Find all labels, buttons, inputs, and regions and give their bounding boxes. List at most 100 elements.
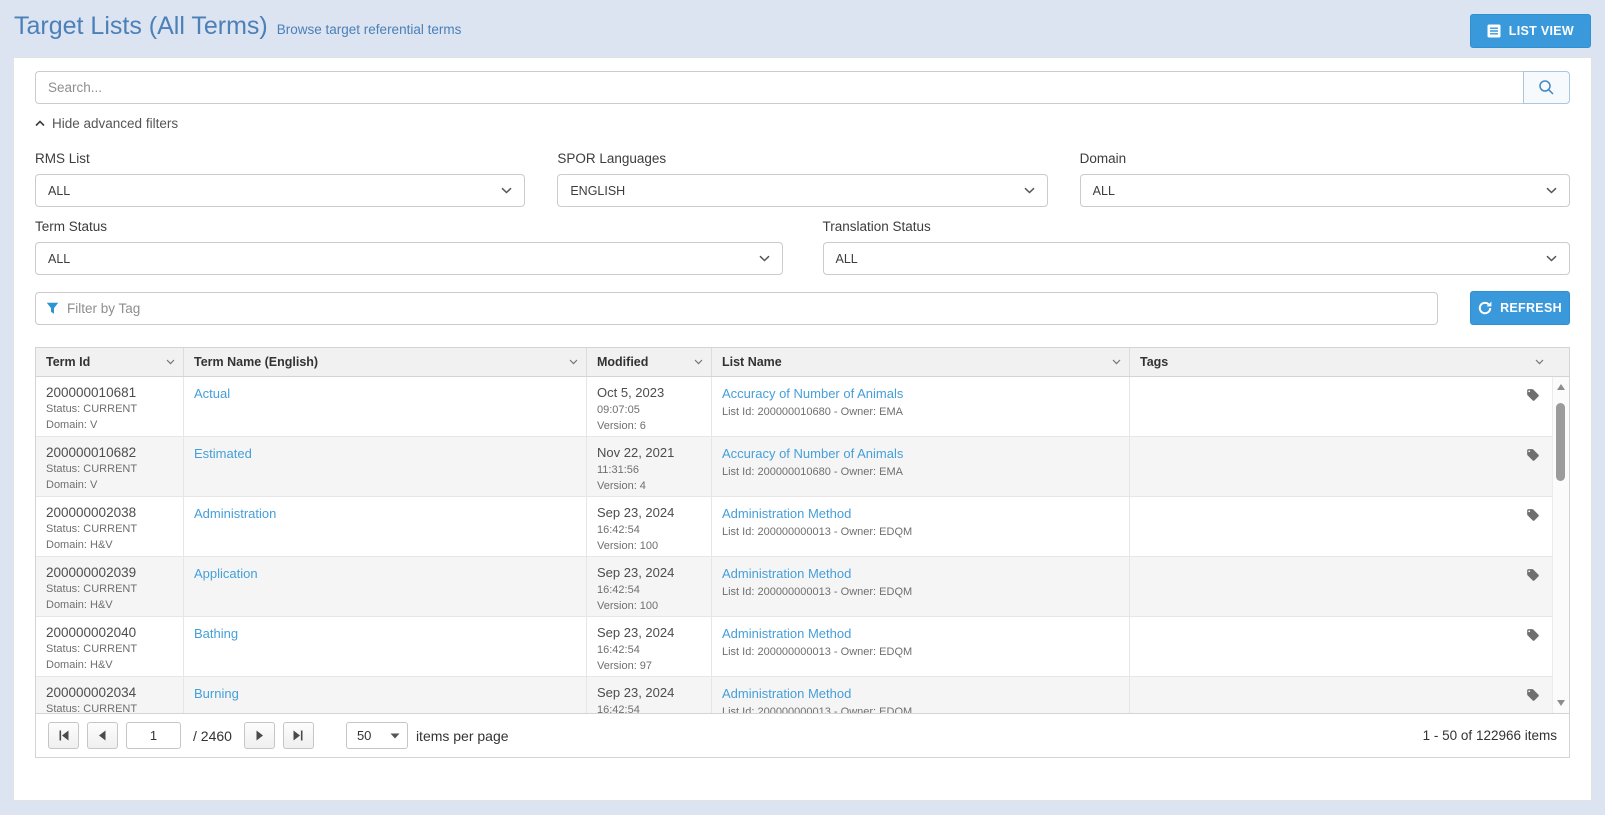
list-name-link[interactable]: Administration Method (722, 506, 851, 521)
term-status: Status: CURRENT (46, 703, 173, 713)
term-version: Version: 6 (597, 420, 701, 432)
list-view-label: LIST VIEW (1509, 24, 1574, 38)
tag-filter-input[interactable] (67, 301, 1427, 316)
last-page-button[interactable] (283, 722, 314, 749)
list-name-link[interactable]: Administration Method (722, 566, 851, 581)
refresh-button[interactable]: REFRESH (1470, 291, 1570, 325)
modified-date: Sep 23, 2024 (597, 565, 701, 580)
term-id-cell: 200000010681 Status: CURRENT Domain: V (36, 377, 184, 436)
filters-row-2: Term Status ALL Translation Status ALL (35, 219, 1570, 275)
spor-languages-dropdown[interactable]: ENGLISH (557, 174, 1047, 207)
tag-icon[interactable] (1526, 568, 1540, 582)
first-page-button[interactable] (48, 722, 79, 749)
filters-row-1: RMS List ALL SPOR Languages ENGLISH Doma… (35, 151, 1570, 207)
term-id: 200000010682 (46, 445, 173, 460)
term-id: 200000002040 (46, 625, 173, 640)
next-page-button[interactable] (244, 722, 275, 749)
term-domain: Domain: H&V (46, 539, 173, 551)
list-name-cell: Administration Method List Id: 200000000… (712, 677, 1130, 713)
hide-advanced-filters-toggle[interactable]: Hide advanced filters (35, 116, 178, 131)
tag-icon[interactable] (1526, 448, 1540, 462)
column-header-tags[interactable]: Tags (1130, 348, 1552, 376)
column-menu-chevron-icon[interactable] (694, 359, 703, 365)
total-pages-label: / 2460 (193, 728, 232, 744)
chevron-down-icon (759, 255, 770, 262)
term-status: Status: CURRENT (46, 523, 173, 535)
term-name-cell: Application (184, 557, 587, 616)
modified-cell: Sep 23, 2024 16:42:54 (587, 677, 712, 713)
column-menu-chevron-icon[interactable] (1535, 359, 1544, 365)
modified-cell: Nov 22, 2021 11:31:56 Version: 4 (587, 437, 712, 496)
filter-domain: Domain ALL (1080, 151, 1570, 207)
term-version: Version: 100 (597, 600, 701, 612)
search-button[interactable] (1523, 71, 1570, 104)
modified-date: Nov 22, 2021 (597, 445, 701, 460)
column-menu-chevron-icon[interactable] (569, 359, 578, 365)
refresh-label: REFRESH (1500, 301, 1562, 315)
previous-page-button[interactable] (87, 722, 118, 749)
term-name-cell: Burning (184, 677, 587, 713)
term-name-link[interactable]: Burning (194, 686, 239, 701)
term-name-link[interactable]: Estimated (194, 446, 252, 461)
select-caret-icon (390, 733, 400, 739)
list-info: List Id: 200000000013 - Owner: EDQM (722, 706, 1119, 713)
term-name-cell: Estimated (184, 437, 587, 496)
dropdown-value: ENGLISH (570, 184, 625, 198)
table-row: 200000002038 Status: CURRENT Domain: H&V… (36, 497, 1552, 557)
term-status-dropdown[interactable]: ALL (35, 242, 783, 275)
search-input[interactable] (35, 71, 1523, 104)
chevron-down-icon (1546, 187, 1557, 194)
scrollbar-thumb[interactable] (1556, 403, 1565, 481)
term-name-link[interactable]: Administration (194, 506, 276, 521)
page-size-select[interactable]: 50 (346, 722, 408, 749)
term-version: Version: 97 (597, 660, 701, 672)
tags-cell (1130, 377, 1552, 436)
filter-funnel-icon (46, 302, 59, 315)
term-name-link[interactable]: Actual (194, 386, 230, 401)
list-name-link[interactable]: Administration Method (722, 626, 851, 641)
tag-icon[interactable] (1526, 688, 1540, 702)
term-id-cell: 200000002039 Status: CURRENT Domain: H&V (36, 557, 184, 616)
tag-icon[interactable] (1526, 388, 1540, 402)
list-info: List Id: 200000000013 - Owner: EDQM (722, 646, 1119, 658)
modified-cell: Sep 23, 2024 16:42:54 Version: 100 (587, 557, 712, 616)
term-status: Status: CURRENT (46, 463, 173, 475)
tag-icon[interactable] (1526, 628, 1540, 642)
domain-dropdown[interactable]: ALL (1080, 174, 1570, 207)
modified-time: 16:42:54 (597, 704, 701, 713)
column-header-term-name[interactable]: Term Name (English) (184, 348, 587, 376)
list-name-link[interactable]: Accuracy of Number of Animals (722, 446, 903, 461)
tags-cell (1130, 617, 1552, 676)
chevron-down-icon (1546, 255, 1557, 262)
list-icon (1487, 24, 1501, 38)
modified-cell: Sep 23, 2024 16:42:54 Version: 100 (587, 497, 712, 556)
list-name-link[interactable]: Administration Method (722, 686, 851, 701)
column-header-modified[interactable]: Modified (587, 348, 712, 376)
items-per-page-label: items per page (416, 728, 509, 744)
list-view-button[interactable]: LIST VIEW (1470, 14, 1591, 48)
term-name-link[interactable]: Application (194, 566, 258, 581)
list-info: List Id: 200000000013 - Owner: EDQM (722, 586, 1119, 598)
column-header-term-id[interactable]: Term Id (36, 348, 184, 376)
column-header-list-name[interactable]: List Name (712, 348, 1130, 376)
list-name-cell: Accuracy of Number of Animals List Id: 2… (712, 437, 1130, 496)
page-title: Target Lists (All Terms) (14, 12, 268, 41)
column-title: Term Id (46, 355, 90, 369)
vertical-scrollbar[interactable] (1552, 377, 1569, 713)
term-name-link[interactable]: Bathing (194, 626, 238, 641)
scroll-up-arrow-icon[interactable] (1553, 379, 1569, 395)
tag-icon[interactable] (1526, 508, 1540, 522)
tag-filter-row: REFRESH (35, 291, 1570, 325)
term-status: Status: CURRENT (46, 643, 173, 655)
list-name-link[interactable]: Accuracy of Number of Animals (722, 386, 903, 401)
column-menu-chevron-icon[interactable] (1112, 359, 1121, 365)
scroll-down-arrow-icon[interactable] (1553, 695, 1569, 711)
list-info: List Id: 200000010680 - Owner: EMA (722, 406, 1119, 418)
rms-list-dropdown[interactable]: ALL (35, 174, 525, 207)
column-menu-chevron-icon[interactable] (166, 359, 175, 365)
hide-advanced-filters-label: Hide advanced filters (52, 116, 178, 131)
translation-status-dropdown[interactable]: ALL (823, 242, 1571, 275)
page-number-input[interactable] (126, 722, 181, 749)
term-status: Status: CURRENT (46, 583, 173, 595)
title-wrap: Target Lists (All Terms) Browse target r… (14, 12, 461, 41)
